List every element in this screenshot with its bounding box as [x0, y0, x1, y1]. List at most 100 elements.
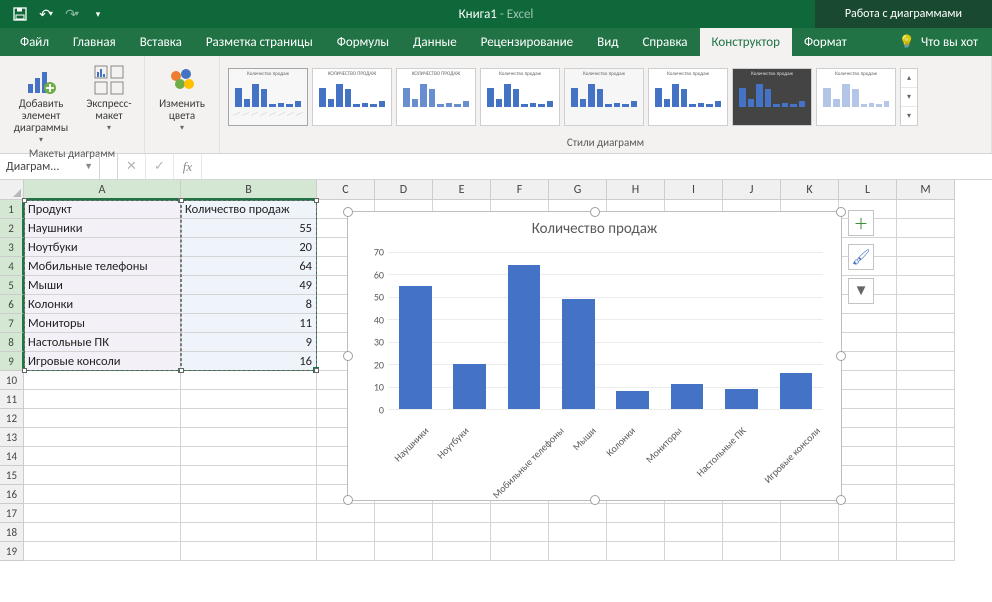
resize-handle[interactable] [836, 351, 846, 361]
undo-button[interactable]: ↶▾ [34, 2, 58, 26]
cell[interactable] [839, 504, 897, 523]
cell[interactable]: 16 [181, 352, 317, 371]
cell[interactable]: Настольные ПК [24, 333, 181, 352]
chart-style-3[interactable]: КОЛИЧЕСТВО ПРОДАЖ [396, 68, 476, 126]
cell[interactable] [181, 428, 317, 447]
cell[interactable] [839, 409, 897, 428]
cell[interactable] [897, 276, 955, 295]
row-header[interactable]: 18 [0, 523, 24, 542]
column-header[interactable]: B [181, 180, 317, 200]
cell[interactable]: Колонки [24, 295, 181, 314]
chart-filters-button[interactable]: ▼ [848, 278, 874, 304]
row-header[interactable]: 5 [0, 276, 24, 295]
bar[interactable] [508, 265, 541, 409]
cell[interactable] [24, 371, 181, 390]
cell[interactable] [897, 485, 955, 504]
cell[interactable] [839, 314, 897, 333]
tab-format[interactable]: Формат [792, 28, 859, 56]
cell[interactable] [24, 390, 181, 409]
row-header[interactable]: 6 [0, 295, 24, 314]
cell[interactable] [897, 333, 955, 352]
cell[interactable] [181, 390, 317, 409]
style-gallery-more[interactable]: ▴ ▾ ▾ [900, 68, 918, 126]
cell[interactable] [723, 523, 781, 542]
cell[interactable] [24, 409, 181, 428]
cell[interactable]: Мониторы [24, 314, 181, 333]
row-header[interactable]: 1 [0, 200, 24, 219]
cell[interactable] [839, 390, 897, 409]
cell[interactable] [607, 523, 665, 542]
cell[interactable] [781, 504, 839, 523]
cell[interactable]: 9 [181, 333, 317, 352]
resize-handle[interactable] [590, 207, 600, 217]
cell[interactable] [24, 542, 181, 561]
cell[interactable] [181, 447, 317, 466]
column-header[interactable]: E [433, 180, 491, 200]
row-header[interactable]: 3 [0, 238, 24, 257]
cell[interactable] [665, 504, 723, 523]
cell[interactable] [897, 238, 955, 257]
row-header[interactable]: 14 [0, 447, 24, 466]
cell[interactable]: Игровые консоли [24, 352, 181, 371]
resize-handle[interactable] [343, 207, 353, 217]
chart-style-4[interactable]: Количество продаж [480, 68, 560, 126]
tab-insert[interactable]: Вставка [128, 28, 194, 56]
cell[interactable] [491, 542, 549, 561]
cell[interactable] [317, 542, 375, 561]
cell[interactable] [665, 542, 723, 561]
cell[interactable]: 11 [181, 314, 317, 333]
bar[interactable] [616, 391, 649, 409]
cell[interactable] [181, 523, 317, 542]
bar[interactable] [399, 286, 432, 409]
cell[interactable] [723, 504, 781, 523]
column-header[interactable]: H [607, 180, 665, 200]
cell[interactable] [181, 409, 317, 428]
chart-style-1[interactable]: Количество продаж [228, 68, 308, 126]
add-chart-element-button[interactable]: Добавить элемент диаграммы ▾ [6, 60, 76, 145]
select-all-corner[interactable] [0, 180, 24, 200]
tell-me-search[interactable]: 💡 Что вы хот [885, 28, 992, 56]
cell[interactable] [433, 504, 491, 523]
chart-styles-button[interactable]: 🖌 [848, 244, 874, 270]
cell[interactable] [433, 542, 491, 561]
row-header[interactable]: 12 [0, 409, 24, 428]
cell[interactable] [781, 542, 839, 561]
tab-design[interactable]: Конструктор [700, 28, 792, 56]
cell[interactable] [839, 542, 897, 561]
chart-style-5[interactable]: Количество продаж [564, 68, 644, 126]
quick-layout-button[interactable]: Экспресс-макет ▾ [80, 60, 138, 133]
chart-style-6[interactable]: Количество продаж [648, 68, 728, 126]
cell[interactable]: 49 [181, 276, 317, 295]
bar[interactable] [780, 373, 813, 409]
cell[interactable]: Ноутбуки [24, 238, 181, 257]
cell[interactable] [181, 485, 317, 504]
column-header[interactable]: C [317, 180, 375, 200]
cell[interactable]: Мобильные телефоны [24, 257, 181, 276]
resize-handle[interactable] [836, 495, 846, 505]
row-header[interactable]: 17 [0, 504, 24, 523]
row-header[interactable]: 11 [0, 390, 24, 409]
row-header[interactable]: 13 [0, 428, 24, 447]
change-colors-button[interactable]: Изменить цвета ▾ [151, 60, 213, 133]
column-header[interactable]: K [781, 180, 839, 200]
cell[interactable] [897, 409, 955, 428]
column-header[interactable]: G [549, 180, 607, 200]
tab-home[interactable]: Главная [61, 28, 128, 56]
cell[interactable] [897, 257, 955, 276]
column-header[interactable]: I [665, 180, 723, 200]
cell[interactable] [839, 352, 897, 371]
tab-page-layout[interactable]: Разметка страницы [194, 28, 325, 56]
resize-handle[interactable] [590, 495, 600, 505]
cell[interactable] [549, 523, 607, 542]
cell[interactable]: Мыши [24, 276, 181, 295]
cell[interactable] [24, 504, 181, 523]
cell[interactable] [433, 523, 491, 542]
cell[interactable] [897, 428, 955, 447]
cell[interactable] [549, 504, 607, 523]
cell[interactable] [897, 447, 955, 466]
cell[interactable] [839, 466, 897, 485]
column-header[interactable]: L [839, 180, 897, 200]
cell[interactable] [839, 523, 897, 542]
chart-style-2[interactable]: КОЛИЧЕСТВО ПРОДАЖ [312, 68, 392, 126]
cell[interactable] [491, 523, 549, 542]
